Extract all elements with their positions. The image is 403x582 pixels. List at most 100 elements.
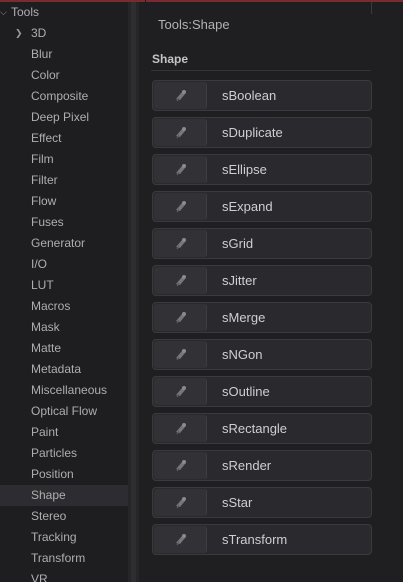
tool-button-sduplicate[interactable]: sDuplicate [152, 117, 372, 148]
tree-item-matte[interactable]: Matte [0, 338, 128, 359]
tool-button-sboolean[interactable]: sBoolean [152, 80, 372, 111]
shape-tool-icon [154, 267, 207, 294]
tool-button-label: sEllipse [222, 162, 267, 177]
tree-item-filter[interactable]: Filter [0, 170, 128, 191]
tree-item-mask[interactable]: Mask [0, 317, 128, 338]
tree-item-label: Filter [31, 173, 58, 187]
shape-tool-icon [154, 526, 207, 553]
tree-item-label: Composite [31, 89, 89, 103]
tools-tree: ⌵ Tools ❯ 3D Blur Color Composite Deep Pixel E… [0, 2, 128, 582]
tree-item-miscellaneous[interactable]: Miscellaneous [0, 380, 128, 401]
tool-button-label: sGrid [222, 236, 254, 251]
tree-item-position[interactable]: Position [0, 464, 128, 485]
tool-button-sngon[interactable]: sNGon [152, 339, 372, 370]
shape-tool-icon [154, 193, 207, 220]
tool-button-sjitter[interactable]: sJitter [152, 265, 372, 296]
tree-item-generator[interactable]: Generator [0, 233, 128, 254]
tool-button-label: sTransform [222, 532, 288, 547]
section-header-shape: Shape [152, 52, 189, 66]
tree-item-effect[interactable]: Effect [0, 128, 128, 149]
tree-root-tools[interactable]: ⌵ Tools [0, 2, 128, 23]
tool-button-label: sRectangle [222, 421, 288, 436]
tree-item-label: Deep Pixel [31, 110, 90, 124]
section-divider [151, 70, 371, 71]
tree-item-tracking[interactable]: Tracking [0, 527, 128, 548]
tool-button-srectangle[interactable]: sRectangle [152, 413, 372, 444]
tree-item-deep-pixel[interactable]: Deep Pixel [0, 107, 128, 128]
tree-item-composite[interactable]: Composite [0, 86, 128, 107]
tree-item-transform[interactable]: Transform [0, 548, 128, 569]
shape-tool-icon [154, 489, 207, 516]
tree-item-label: Shape [31, 488, 66, 502]
tree-item-stereo[interactable]: Stereo [0, 506, 128, 527]
tool-button-label: sOutline [222, 384, 270, 399]
tree-item-label: Matte [31, 341, 62, 355]
tool-button-sgrid[interactable]: sGrid [152, 228, 372, 259]
chevron-right-icon[interactable]: ❯ [15, 23, 23, 44]
tree-item-fuses[interactable]: Fuses [0, 212, 128, 233]
tree-item-label: 3D [31, 26, 47, 40]
tree-item-label: I/O [31, 257, 48, 271]
tool-button-smerge[interactable]: sMerge [152, 302, 372, 333]
shape-tool-icon [154, 82, 207, 109]
shape-tool-icon [154, 304, 207, 331]
tree-item-label: VR [31, 572, 48, 582]
tree-item-flow[interactable]: Flow [0, 191, 128, 212]
tools-panel: Tools:Shape Shape sBoolean sDuplicate sEll… [139, 2, 403, 582]
tree-item-label: Color [31, 68, 60, 82]
tool-button-label: sExpand [222, 199, 273, 214]
shape-tool-icon [154, 119, 207, 146]
tree-item-label: Paint [31, 425, 59, 439]
tree-item-label: Position [31, 467, 74, 481]
tree-item-macros[interactable]: Macros [0, 296, 128, 317]
tree-item-lut[interactable]: LUT [0, 275, 128, 296]
tool-button-soutline[interactable]: sOutline [152, 376, 372, 407]
tool-button-sellipse[interactable]: sEllipse [152, 154, 372, 185]
tree-item-label: Metadata [31, 362, 82, 376]
tree-item-film[interactable]: Film [0, 149, 128, 170]
tree-item-metadata[interactable]: Metadata [0, 359, 128, 380]
tool-button-label: sJitter [222, 273, 257, 288]
chevron-down-icon[interactable]: ⌵ [0, 2, 7, 23]
tree-item-vr[interactable]: VR [0, 569, 128, 582]
shape-tool-icon [154, 230, 207, 257]
tree-item-label: Generator [31, 236, 86, 250]
tree-item-label: Macros [31, 299, 71, 313]
tree-item-shape[interactable]: Shape [0, 485, 128, 506]
tool-button-sexpand[interactable]: sExpand [152, 191, 372, 222]
tree-item-label: Miscellaneous [31, 383, 108, 397]
tool-button-label: sMerge [222, 310, 266, 325]
tool-button-label: sStar [222, 495, 253, 510]
tree-item-particles[interactable]: Particles [0, 443, 128, 464]
shape-tool-icon [154, 415, 207, 442]
tree-item-label: Fuses [31, 215, 64, 229]
tree-item-i-o[interactable]: I/O [0, 254, 128, 275]
shape-tool-icon [154, 378, 207, 405]
tool-button-label: sDuplicate [222, 125, 283, 140]
tree-item-label: Particles [31, 446, 78, 460]
divider [371, 2, 372, 14]
tool-button-label: sBoolean [222, 88, 277, 103]
tool-button-sstar[interactable]: sStar [152, 487, 372, 518]
tree-item-label: Blur [31, 47, 53, 61]
tree-item-label: Optical Flow [31, 404, 98, 418]
tool-button-label: sRender [222, 458, 272, 473]
tree-item-paint[interactable]: Paint [0, 422, 128, 443]
tool-button-stransform[interactable]: sTransform [152, 524, 372, 555]
tree-item-3d[interactable]: ❯ 3D [0, 23, 128, 44]
tree-item-label: Tracking [31, 530, 77, 544]
shape-tool-icon [154, 341, 207, 368]
tree-item-optical-flow[interactable]: Optical Flow [0, 401, 128, 422]
tree-item-label: Stereo [31, 509, 67, 523]
panel-splitter[interactable] [128, 2, 139, 582]
tree-item-label: LUT [31, 278, 54, 292]
tree-item-label: Flow [31, 194, 57, 208]
tool-button-srender[interactable]: sRender [152, 450, 372, 481]
tree-item-label: Mask [31, 320, 60, 334]
tree-root-label: Tools [11, 5, 40, 19]
shape-tool-icon [154, 156, 207, 183]
tree-item-blur[interactable]: Blur [0, 44, 128, 65]
panel-title: Tools:Shape [158, 17, 230, 32]
tree-item-color[interactable]: Color [0, 65, 128, 86]
shape-tool-icon [154, 452, 207, 479]
